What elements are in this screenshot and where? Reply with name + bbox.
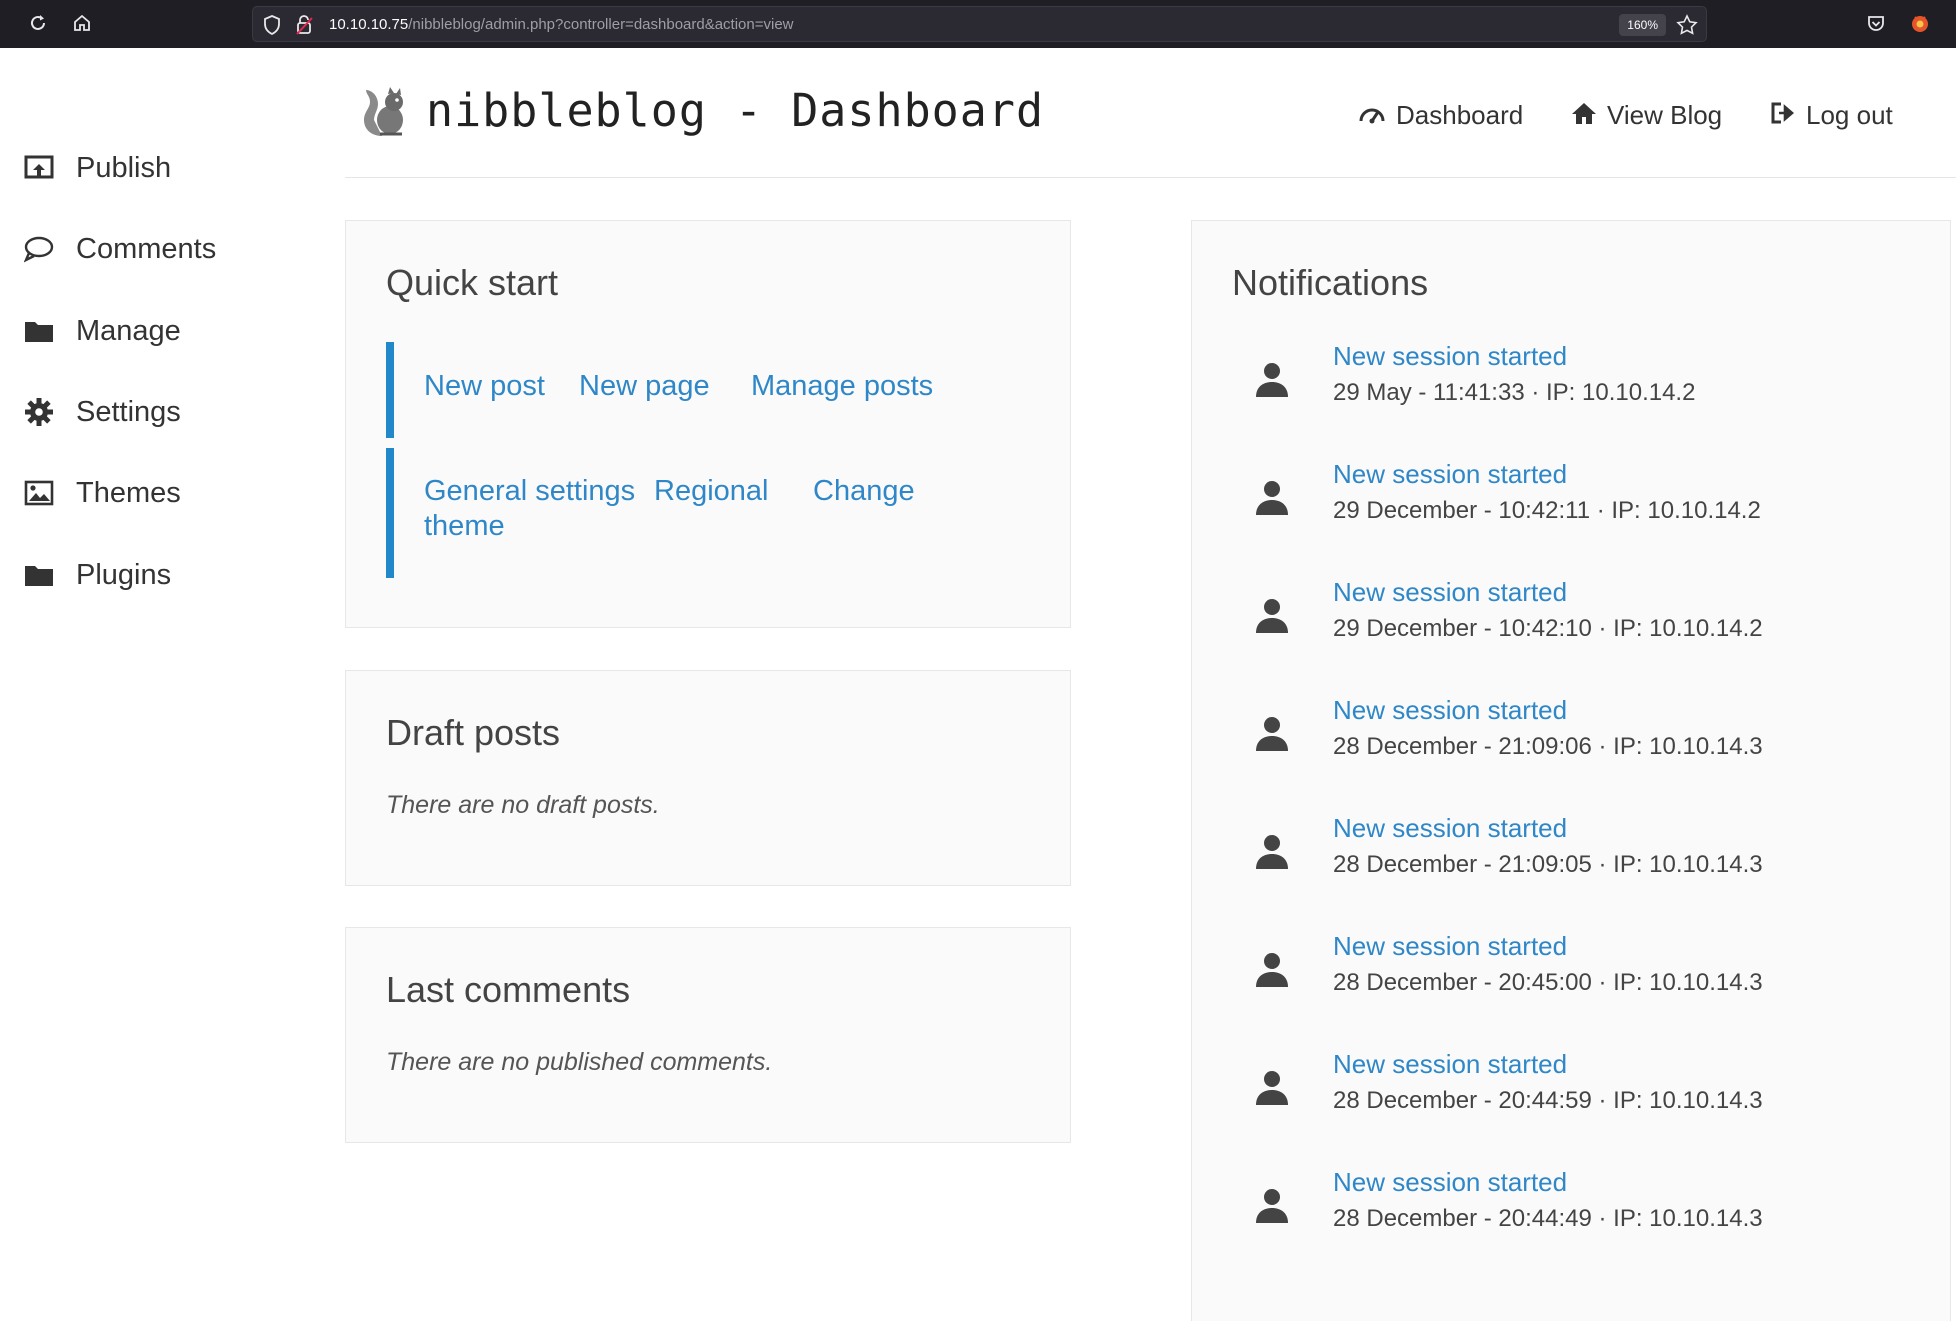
draft-posts-empty-text: There are no draft posts. (386, 791, 660, 819)
notification-detail: 29 May - 11:41:33 · IP: 10.10.14.2 (1333, 379, 1696, 406)
nibbleblog-logo (360, 86, 410, 138)
notification-detail: 28 December - 20:44:59 · IP: 10.10.14.3 (1333, 1087, 1763, 1114)
notification-item: New session started 28 December - 20:45:0… (1192, 931, 1942, 1031)
draft-posts-panel: Draft posts There are no draft posts. (345, 670, 1071, 886)
pocket-icon[interactable] (1864, 11, 1888, 35)
sidebar-item-comments[interactable]: Comments (24, 229, 216, 269)
notification-detail: 28 December - 21:09:06 · IP: 10.10.14.3 (1333, 733, 1763, 760)
sidebar-item-settings[interactable]: Settings (24, 392, 181, 432)
shield-icon[interactable] (263, 15, 281, 40)
browser-toolbar: 10.10.10.75/nibbleblog/admin.php?control… (0, 0, 1956, 48)
quick-start-title: Quick start (386, 262, 559, 303)
folder-icon (24, 559, 58, 591)
user-icon (1252, 949, 1292, 989)
reload-icon[interactable] (26, 11, 50, 35)
user-icon (1252, 595, 1292, 635)
home-icon[interactable] (70, 11, 94, 35)
last-comments-panel: Last comments There are no published com… (345, 927, 1071, 1143)
notification-title-link[interactable]: New session started (1333, 695, 1567, 726)
home-icon (1571, 101, 1597, 130)
notification-detail: 28 December - 20:44:49 · IP: 10.10.14.3 (1333, 1205, 1763, 1232)
notification-item: New session started 28 December - 20:44:4… (1192, 1167, 1942, 1267)
draft-posts-title: Draft posts (386, 712, 561, 753)
general-settings-link[interactable]: General settings (424, 475, 635, 508)
quick-start-panel: Quick start New post New page Manage pos… (345, 220, 1071, 628)
manage-posts-link[interactable]: Manage posts (751, 370, 933, 403)
notifications-panel: Notifications New session started 29 May … (1191, 220, 1951, 1321)
gear-icon (24, 396, 58, 428)
notification-title-link[interactable]: New session started (1333, 1049, 1567, 1080)
notification-item: New session started 29 December - 10:42:1… (1192, 459, 1942, 559)
header-divider (345, 177, 1956, 178)
change-theme-link[interactable]: Change (813, 475, 915, 508)
comment-icon (24, 233, 58, 265)
extension-icon[interactable] (1908, 11, 1932, 35)
notification-detail: 28 December - 20:45:00 · IP: 10.10.14.3 (1333, 969, 1763, 996)
page-title: nibbleblog - Dashboard (426, 84, 1045, 137)
sidebar-item-label: Settings (76, 395, 181, 428)
notification-item: New session started 29 December - 10:42:1… (1192, 577, 1942, 677)
zoom-badge[interactable]: 160% (1619, 14, 1666, 36)
quick-start-group-content: New post New page Manage posts (386, 342, 1026, 438)
sidebar-item-themes[interactable]: Themes (24, 473, 181, 513)
nav-dashboard[interactable]: Dashboard (1358, 98, 1523, 132)
notification-item: New session started 28 December - 20:44:5… (1192, 1049, 1942, 1149)
url-path: /nibbleblog/admin.php?controller=dashboa… (408, 16, 794, 33)
sidebar-item-publish[interactable]: Publish (24, 148, 171, 188)
sidebar-item-manage[interactable]: Manage (24, 311, 181, 351)
url-text: 10.10.10.75/nibbleblog/admin.php?control… (329, 16, 794, 33)
user-icon (1252, 359, 1292, 399)
notification-title-link[interactable]: New session started (1333, 341, 1567, 372)
nav-view-blog-label: View Blog (1607, 99, 1723, 130)
sidebar-item-label: Manage (76, 314, 181, 347)
new-page-link[interactable]: New page (579, 370, 710, 403)
new-post-link[interactable]: New post (424, 370, 545, 403)
notification-item: New session started 28 December - 21:09:0… (1192, 695, 1942, 795)
last-comments-empty-text: There are no published comments. (386, 1048, 773, 1076)
user-icon (1252, 1185, 1292, 1225)
sidebar-item-label: Comments (76, 232, 217, 265)
notification-detail: 28 December - 21:09:05 · IP: 10.10.14.3 (1333, 851, 1763, 878)
notification-item: New session started 29 May - 11:41:33 · I… (1192, 341, 1942, 441)
notifications-title: Notifications (1232, 262, 1429, 303)
notification-title-link[interactable]: New session started (1333, 1167, 1567, 1198)
notification-detail: 29 December - 10:42:10 · IP: 10.10.14.2 (1333, 615, 1763, 642)
sidebar-item-label: Plugins (76, 558, 172, 591)
sidebar-item-label: Publish (76, 151, 172, 184)
bookmark-star-icon[interactable] (1676, 14, 1698, 41)
logout-icon (1770, 101, 1796, 130)
last-comments-title: Last comments (386, 969, 631, 1010)
notification-title-link[interactable]: New session started (1333, 577, 1567, 608)
url-host: 10.10.10.75 (329, 16, 409, 33)
change-theme-link-continued[interactable]: theme (424, 510, 505, 543)
user-icon (1252, 831, 1292, 871)
notification-detail: 29 December - 10:42:11 · IP: 10.10.14.2 (1333, 497, 1761, 524)
nav-view-blog[interactable]: View Blog (1571, 98, 1722, 132)
notification-title-link[interactable]: New session started (1333, 459, 1567, 490)
sidebar-item-plugins[interactable]: Plugins (24, 555, 171, 595)
regional-link[interactable]: Regional (654, 475, 768, 508)
address-bar[interactable]: 10.10.10.75/nibbleblog/admin.php?control… (252, 6, 1707, 42)
notification-title-link[interactable]: New session started (1333, 813, 1567, 844)
dashboard-icon (1358, 101, 1386, 130)
user-icon (1252, 477, 1292, 517)
quick-start-group-settings: General settings Regional Change theme (386, 448, 1026, 578)
folder-icon (24, 315, 58, 347)
publish-icon (24, 152, 58, 184)
nav-log-out-label: Log out (1806, 99, 1893, 130)
insecure-lock-icon[interactable] (295, 15, 313, 40)
user-icon (1252, 1067, 1292, 1107)
nav-log-out[interactable]: Log out (1770, 98, 1893, 132)
sidebar-item-label: Themes (76, 476, 181, 509)
notification-item: New session started 28 December - 21:09:0… (1192, 813, 1942, 913)
image-icon (24, 477, 58, 509)
user-icon (1252, 713, 1292, 753)
notification-title-link[interactable]: New session started (1333, 931, 1567, 962)
nav-dashboard-label: Dashboard (1396, 99, 1524, 130)
